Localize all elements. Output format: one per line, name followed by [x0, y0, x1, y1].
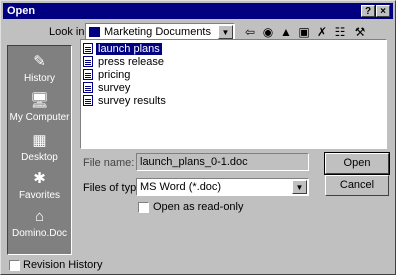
- file-item[interactable]: press release: [83, 56, 166, 69]
- word-document-icon: [83, 95, 93, 106]
- look-in-label: Look in:: [49, 26, 88, 38]
- file-item-label: launch plans: [96, 43, 162, 55]
- history-icon: ✎: [33, 53, 46, 70]
- open-button[interactable]: Open: [324, 152, 390, 175]
- my-computer-icon: 🖥: [29, 92, 50, 109]
- file-item-label: pricing: [98, 69, 131, 81]
- cancel-button[interactable]: Cancel: [325, 175, 389, 196]
- revision-history-checkbox[interactable]: [9, 260, 20, 271]
- place-my-computer[interactable]: 🖥 My Computer: [8, 90, 71, 123]
- close-button[interactable]: ×: [376, 5, 390, 17]
- chevron-down-icon[interactable]: ▼: [292, 180, 307, 194]
- file-item[interactable]: pricing: [83, 69, 132, 82]
- file-type-dropdown[interactable]: MS Word (*.doc) ▼: [136, 178, 309, 196]
- file-item-label: survey: [98, 82, 131, 94]
- file-item[interactable]: launch plans: [83, 43, 162, 56]
- file-list[interactable]: launch plans press release pricing survey su…: [80, 39, 387, 149]
- open-dialog: Open ? × Look in: Marketing Documents ▼ …: [0, 0, 396, 275]
- look-in-value: Marketing Documents: [104, 26, 211, 38]
- desktop-icon: ▦: [32, 132, 47, 149]
- dialog-title: Open: [7, 5, 36, 17]
- places-bar: ✎ History 🖥 My Computer ▦ Desktop ✱ Favorites ⌂ D…: [7, 45, 72, 255]
- revision-history-label: Revision History: [23, 259, 103, 271]
- word-document-icon: [83, 82, 93, 93]
- file-item-label: survey results: [98, 95, 166, 107]
- word-document-icon: [83, 43, 93, 54]
- read-only-label: Open as read-only: [153, 201, 244, 213]
- read-only-checkbox[interactable]: [138, 202, 149, 213]
- file-name-value: launch_plans_0-1.doc: [140, 156, 248, 168]
- place-label: Favorites: [18, 190, 61, 201]
- title-bar: Open ? ×: [3, 3, 393, 19]
- place-label: Domino.Doc: [11, 228, 68, 239]
- favorites-icon: ✱: [33, 170, 46, 187]
- file-type-value: MS Word (*.doc): [140, 181, 222, 193]
- file-item[interactable]: survey: [83, 82, 132, 95]
- chevron-down-icon[interactable]: ▼: [218, 25, 233, 39]
- place-domino-doc[interactable]: ⌂ Domino.Doc: [8, 206, 71, 239]
- file-name-input[interactable]: launch_plans_0-1.doc: [136, 153, 309, 171]
- place-favorites[interactable]: ✱ Favorites: [8, 168, 71, 201]
- help-button[interactable]: ?: [361, 5, 375, 17]
- word-document-icon: [83, 69, 93, 80]
- place-label: My Computer: [9, 112, 70, 123]
- place-label: History: [23, 73, 56, 84]
- place-desktop[interactable]: ▦ Desktop: [8, 130, 71, 163]
- place-history[interactable]: ✎ History: [8, 51, 71, 84]
- file-item-label: press release: [98, 56, 165, 68]
- file-name-label: File name:: [83, 157, 135, 169]
- folder-icon: [89, 27, 100, 37]
- domino-doc-icon: ⌂: [34, 208, 45, 225]
- file-item[interactable]: survey results: [83, 95, 168, 108]
- place-label: Desktop: [21, 152, 58, 163]
- word-document-icon: [83, 56, 93, 67]
